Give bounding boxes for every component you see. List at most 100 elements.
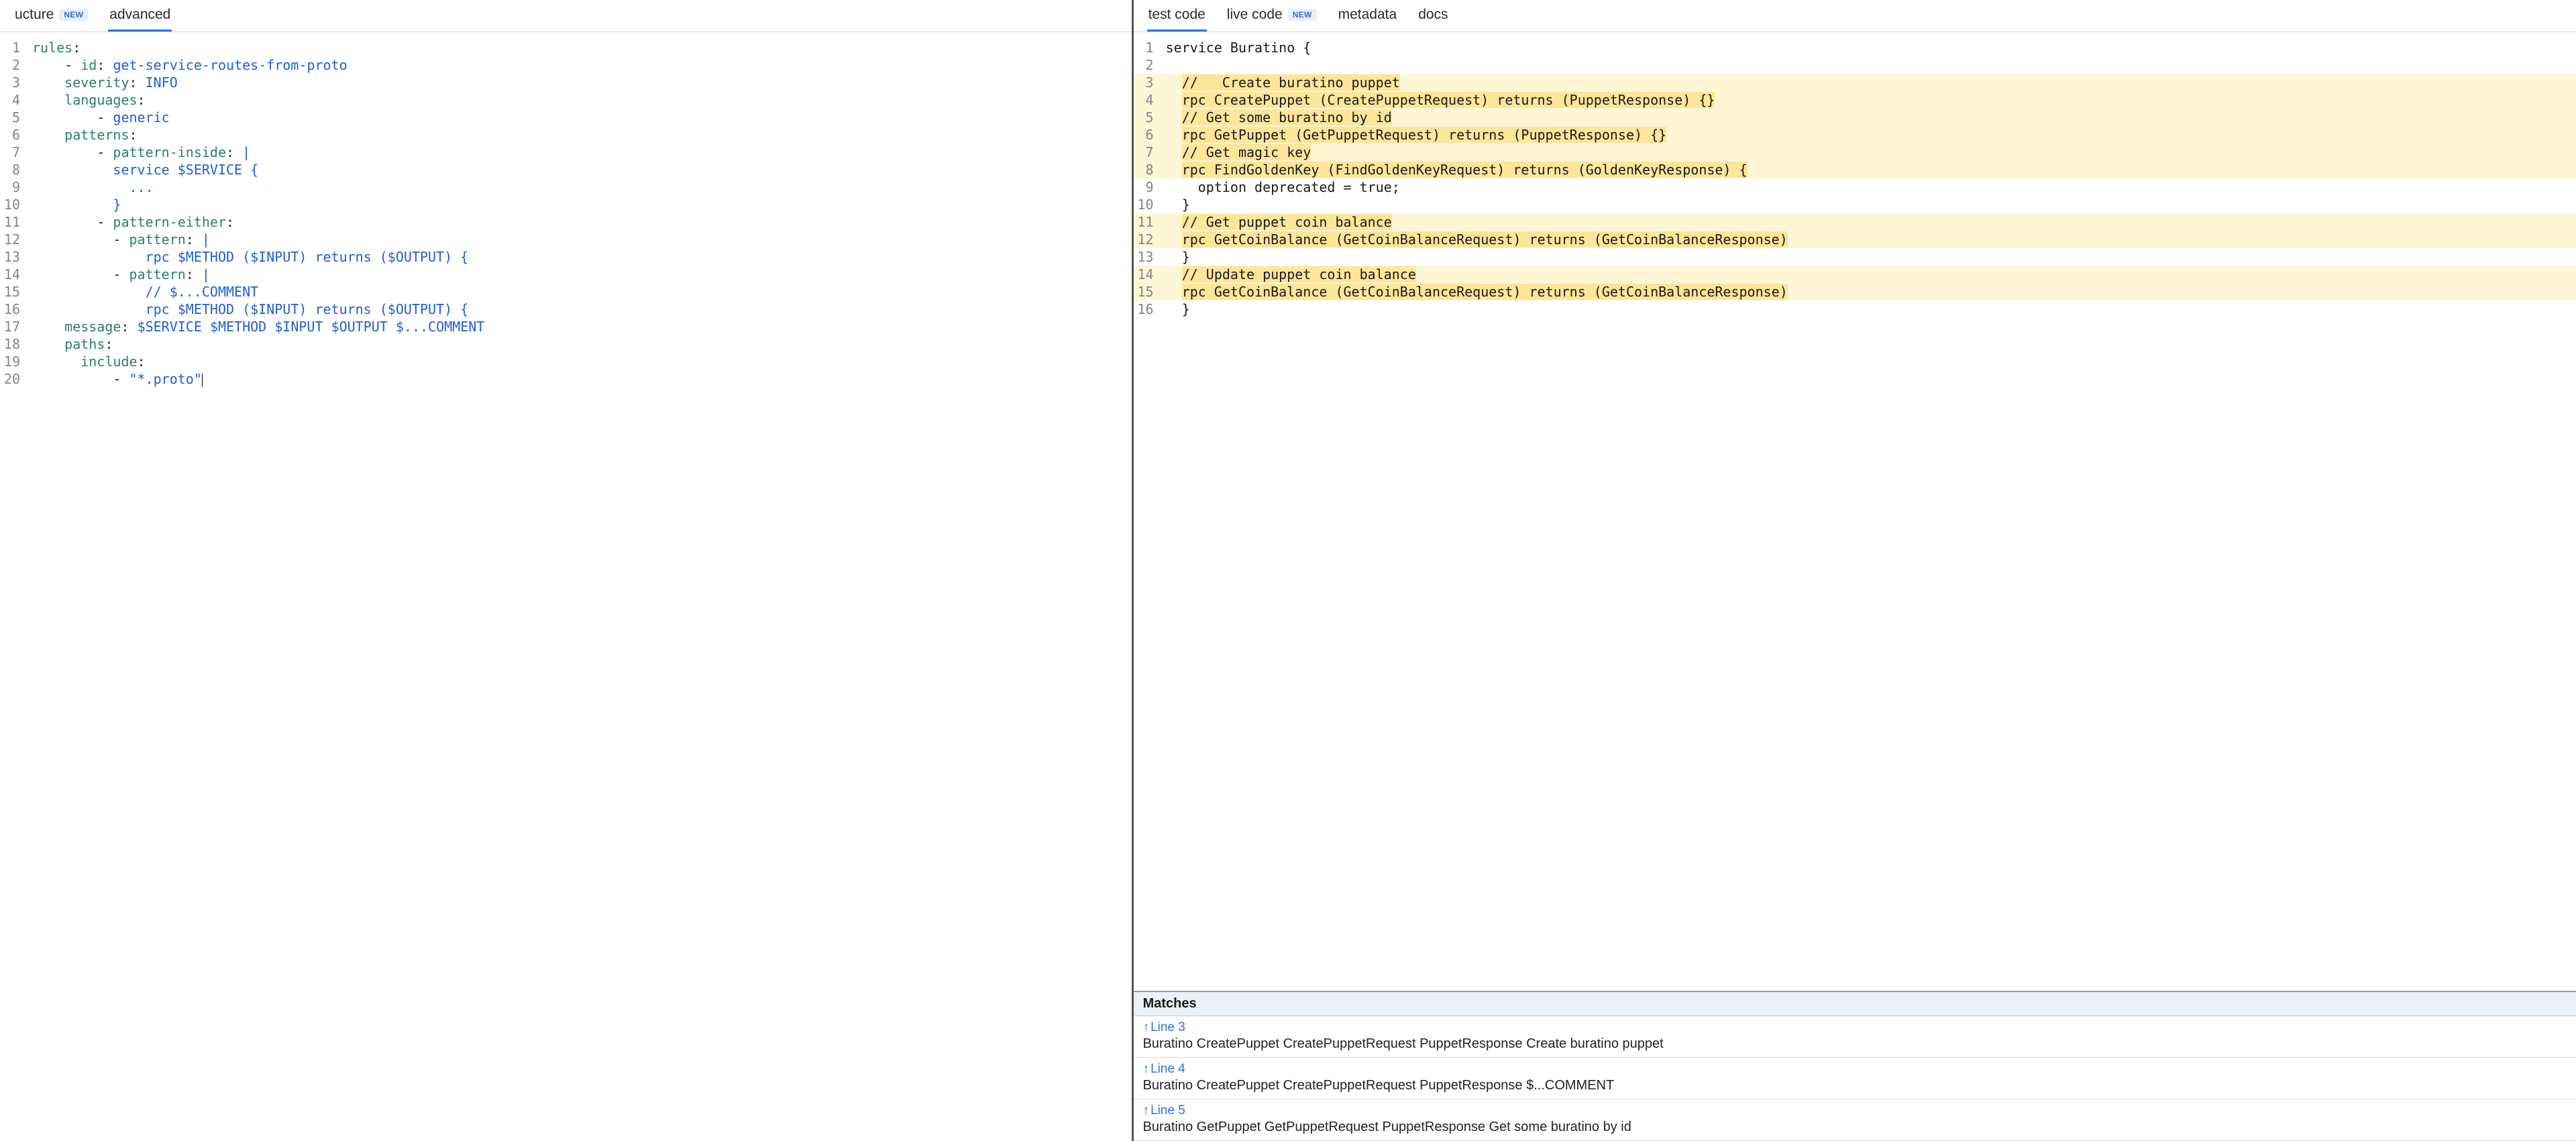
code-line[interactable]: 4 languages: xyxy=(0,91,1132,109)
code-content: languages: xyxy=(32,91,1132,109)
code-line[interactable]: 11 - pattern-either: xyxy=(0,213,1132,231)
line-number: 9 xyxy=(1134,178,1166,196)
code-line[interactable]: 9 option deprecated = true; xyxy=(1134,178,2576,196)
match-line-link[interactable]: ↑Line 4 xyxy=(1143,1062,2567,1077)
line-number: 1 xyxy=(0,39,32,56)
match-line-link[interactable]: ↑Line 5 xyxy=(1143,1103,2567,1118)
code-content xyxy=(1166,56,2576,74)
code-line[interactable]: 3 // Create buratino puppet xyxy=(1134,74,2576,91)
match-text: Buratino CreatePuppet CreatePuppetReques… xyxy=(1143,1035,2567,1052)
code-line[interactable]: 10 } xyxy=(0,196,1132,213)
match-item: ↑Line 4Buratino CreatePuppet CreatePuppe… xyxy=(1134,1058,2576,1099)
code-content: // Update puppet coin balance xyxy=(1166,266,2576,283)
code-content: service $SERVICE { xyxy=(32,161,1132,178)
code-line[interactable]: 16 rpc $METHOD ($INPUT) returns ($OUTPUT… xyxy=(0,301,1132,318)
app-root: uctureNEW advanced 1rules:2 - id: get-ser… xyxy=(0,0,2576,1141)
right-tabs: test code live codeNEW metadata docs xyxy=(1134,0,2576,32)
left-tabs: uctureNEW advanced xyxy=(0,0,1132,32)
code-line[interactable]: 5 // Get some buratino by id xyxy=(1134,109,2576,126)
match-line-ref-text: Line 4 xyxy=(1150,1062,1185,1077)
left-tab-ucture[interactable]: uctureNEW xyxy=(13,0,89,32)
arrow-up-icon: ↑ xyxy=(1143,1103,1150,1118)
code-content: rpc GetCoinBalance (GetCoinBalanceReques… xyxy=(1166,283,2576,301)
line-number: 3 xyxy=(1134,74,1166,91)
code-content: rpc CreatePuppet (CreatePuppetRequest) r… xyxy=(1166,91,2576,109)
code-content: rpc GetPuppet (GetPuppetRequest) returns… xyxy=(1166,126,2576,144)
line-number: 5 xyxy=(1134,109,1166,126)
code-line[interactable]: 16 } xyxy=(1134,301,2576,318)
code-line[interactable]: 12 rpc GetCoinBalance (GetCoinBalanceReq… xyxy=(1134,231,2576,248)
matches-header: Matches xyxy=(1134,992,2576,1016)
code-line[interactable]: 9 ... xyxy=(0,178,1132,196)
match-item: ↑Line 3Buratino CreatePuppet CreatePuppe… xyxy=(1134,1016,2576,1058)
code-line[interactable]: 2 - id: get-service-routes-from-proto xyxy=(0,56,1132,74)
code-line[interactable]: 13 } xyxy=(1134,248,2576,266)
code-line[interactable]: 8 service $SERVICE { xyxy=(0,161,1132,178)
code-line[interactable]: 7 // Get magic key xyxy=(1134,144,2576,161)
text-cursor xyxy=(202,374,203,387)
rule-panel: uctureNEW advanced 1rules:2 - id: get-ser… xyxy=(0,0,1134,1141)
code-line[interactable]: 5 - generic xyxy=(0,109,1132,126)
left-tab-advanced[interactable]: advanced xyxy=(108,0,172,32)
code-content: // Get puppet coin balance xyxy=(1166,213,2576,231)
tab-label: metadata xyxy=(1338,7,1397,23)
code-content: - "*.proto" xyxy=(32,370,1132,388)
code-line[interactable]: 12 - pattern: | xyxy=(0,231,1132,248)
right-tab-docs[interactable]: docs xyxy=(1417,0,1449,32)
code-line[interactable]: 17 message: $SERVICE $METHOD $INPUT $OUT… xyxy=(0,318,1132,335)
line-number: 6 xyxy=(1134,126,1166,144)
code-line[interactable]: 11 // Get puppet coin balance xyxy=(1134,213,2576,231)
code-content: message: $SERVICE $METHOD $INPUT $OUTPUT… xyxy=(32,318,1132,335)
code-content: rpc $METHOD ($INPUT) returns ($OUTPUT) { xyxy=(32,248,1132,266)
code-line[interactable]: 18 paths: xyxy=(0,335,1132,353)
code-content: // Create buratino puppet xyxy=(1166,74,2576,91)
match-line-link[interactable]: ↑Line 3 xyxy=(1143,1020,2567,1035)
code-line[interactable]: 20 - "*.proto" xyxy=(0,370,1132,388)
code-line[interactable]: 1rules: xyxy=(0,39,1132,56)
code-line[interactable]: 15 rpc GetCoinBalance (GetCoinBalanceReq… xyxy=(1134,283,2576,301)
tab-label: docs xyxy=(1418,7,1448,23)
code-content: rules: xyxy=(32,39,1132,56)
code-line[interactable]: 14 - pattern: | xyxy=(0,266,1132,283)
line-number: 7 xyxy=(1134,144,1166,161)
line-number: 3 xyxy=(0,74,32,91)
code-line[interactable]: 10 } xyxy=(1134,196,2576,213)
right-tab-test-code[interactable]: test code xyxy=(1147,0,1207,32)
tab-label: test code xyxy=(1148,7,1205,23)
test-code-editor[interactable]: 1service Buratino {23 // Create buratino… xyxy=(1134,32,2576,991)
code-line[interactable]: 19 include: xyxy=(0,353,1132,370)
line-number: 2 xyxy=(0,56,32,74)
code-line[interactable]: 15 // $...COMMENT xyxy=(0,283,1132,301)
line-number: 4 xyxy=(0,91,32,109)
code-content: - pattern-either: xyxy=(32,213,1132,231)
line-number: 7 xyxy=(0,144,32,161)
line-number: 6 xyxy=(0,126,32,144)
matches-panel: Matches ↑Line 3Buratino CreatePuppet Cre… xyxy=(1134,991,2576,1141)
line-number: 11 xyxy=(1134,213,1166,231)
code-content: } xyxy=(32,196,1132,213)
line-number: 16 xyxy=(1134,301,1166,318)
line-number: 12 xyxy=(1134,231,1166,248)
code-line[interactable]: 2 xyxy=(1134,56,2576,74)
line-number: 10 xyxy=(1134,196,1166,213)
right-tab-live-code[interactable]: live codeNEW xyxy=(1226,0,1318,32)
code-content: - generic xyxy=(32,109,1132,126)
rule-editor[interactable]: 1rules:2 - id: get-service-routes-from-p… xyxy=(0,32,1132,1141)
code-line[interactable]: 6 patterns: xyxy=(0,126,1132,144)
code-line[interactable]: 1service Buratino { xyxy=(1134,39,2576,56)
code-line[interactable]: 8 rpc FindGoldenKey (FindGoldenKeyReques… xyxy=(1134,161,2576,178)
line-number: 8 xyxy=(1134,161,1166,178)
line-number: 17 xyxy=(0,318,32,335)
line-number: 9 xyxy=(0,178,32,196)
match-text: Buratino CreatePuppet CreatePuppetReques… xyxy=(1143,1077,2567,1093)
arrow-up-icon: ↑ xyxy=(1143,1062,1150,1077)
code-line[interactable]: 13 rpc $METHOD ($INPUT) returns ($OUTPUT… xyxy=(0,248,1132,266)
code-content: } xyxy=(1166,301,2576,318)
code-line[interactable]: 7 - pattern-inside: | xyxy=(0,144,1132,161)
code-line[interactable]: 4 rpc CreatePuppet (CreatePuppetRequest)… xyxy=(1134,91,2576,109)
right-tab-metadata[interactable]: metadata xyxy=(1337,0,1399,32)
code-line[interactable]: 3 severity: INFO xyxy=(0,74,1132,91)
code-content: ... xyxy=(32,178,1132,196)
code-line[interactable]: 14 // Update puppet coin balance xyxy=(1134,266,2576,283)
code-line[interactable]: 6 rpc GetPuppet (GetPuppetRequest) retur… xyxy=(1134,126,2576,144)
